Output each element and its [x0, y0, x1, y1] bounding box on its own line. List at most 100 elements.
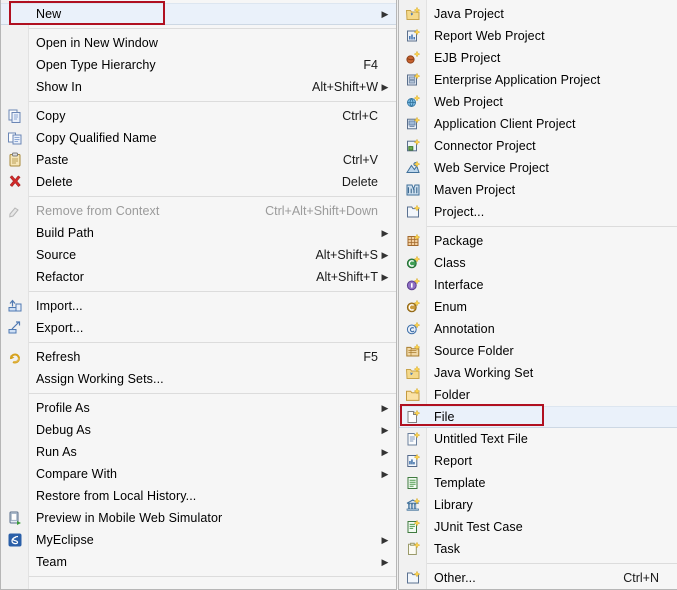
new-submenu-item-web-project[interactable]: Web Project▶ [399, 91, 677, 113]
context-menu-item-export[interactable]: Export...▶ [1, 317, 396, 339]
menu-item-label: Class [434, 256, 466, 270]
menu-item-label: Package [434, 234, 484, 248]
context-menu-item-restore-from-local-history[interactable]: Restore from Local History...▶ [1, 485, 396, 507]
new-submenu-item-library[interactable]: Library▶ [399, 494, 677, 516]
context-menu-item-remove-from-context: Remove from ContextCtrl+Alt+Shift+Down▶ [1, 200, 396, 222]
new-submenu-item-report[interactable]: Report▶ [399, 450, 677, 472]
new-submenu-item-ejb-project[interactable]: EJB Project▶ [399, 47, 677, 69]
menu-item-label: Maven Project [434, 183, 516, 197]
menu-item-label: Enterprise Application Project [434, 73, 601, 87]
new-submenu-item-junit-test-case[interactable]: JUnit Test Case▶ [399, 516, 677, 538]
new-submenu-item-untitled-text-file[interactable]: Untitled Text File▶ [399, 428, 677, 450]
context-menu-item-show-in[interactable]: Show In Alt+Shift+W ▶ [1, 76, 396, 98]
new-submenu-item-other[interactable]: Other...Ctrl+N▶ [399, 567, 677, 589]
new-submenu-item-report-web-project[interactable]: Report Web Project▶ [399, 25, 677, 47]
menu-item-label: Web Service Project [434, 161, 549, 175]
menu-item-accelerator: F4 [363, 58, 378, 72]
context-menu-item-run-as[interactable]: Run As ▶ [1, 441, 396, 463]
copy-qualified-name-icon [1, 129, 28, 147]
new-submenu-item-java-project[interactable]: Java Project▶ [399, 3, 677, 25]
submenu-arrow-icon: ▶ [381, 402, 389, 413]
project-explorer-context-menu[interactable]: New▶ Open in New Window▶ Open Type Hierarc… [0, 0, 397, 590]
new-submenu-item-file[interactable]: File▶ [399, 406, 677, 428]
menu-item-label: Assign Working Sets... [36, 372, 164, 386]
menu-item-accelerator: Ctrl+C [342, 109, 378, 123]
menu-item-label: Report Web Project [434, 29, 545, 43]
report-icon [399, 452, 426, 470]
new-submenu-item-connector-project[interactable]: Connector Project▶ [399, 135, 677, 157]
menu-item-label: Folder [434, 388, 471, 402]
no-icon-placeholder [1, 465, 28, 483]
submenu-arrow-icon: ▶ [381, 81, 389, 92]
copy-icon [1, 107, 28, 125]
menu-item-label: Export... [36, 321, 84, 335]
new-submenu-item-folder[interactable]: Folder▶ [399, 384, 677, 406]
menu-item-label: Source [36, 248, 77, 262]
menu-item-label: Report [434, 454, 473, 468]
mobile-web-simulator-icon [1, 509, 28, 527]
menu-separator [427, 563, 677, 564]
new-submenu-item-maven-project[interactable]: Maven Project▶ [399, 179, 677, 201]
task-icon [399, 540, 426, 558]
context-menu-item-copy[interactable]: CopyCtrl+C▶ [1, 105, 396, 127]
no-icon-placeholder [1, 370, 28, 388]
new-submenu-item-package[interactable]: Package▶ [399, 230, 677, 252]
new-submenu-item-java-working-set[interactable]: Java Working Set▶ [399, 362, 677, 384]
remove-from-context-icon [1, 202, 28, 220]
context-menu-item-open-type-hierarchy[interactable]: Open Type HierarchyF4▶ [1, 54, 396, 76]
context-menu-item-copy-qualified-name[interactable]: Copy Qualified Name▶ [1, 127, 396, 149]
annotation-icon [399, 320, 426, 338]
context-menu-item-debug-as[interactable]: Debug As ▶ [1, 419, 396, 441]
new-submenu-item-enterprise-application-project[interactable]: Enterprise Application Project▶ [399, 69, 677, 91]
menu-item-label: Open Type Hierarchy [36, 58, 156, 72]
context-menu-item-refactor[interactable]: Refactor Alt+Shift+T ▶ [1, 266, 396, 288]
no-icon-placeholder [1, 78, 28, 96]
submenu-arrow-icon: ▶ [381, 424, 389, 435]
new-submenu-item-template[interactable]: Template▶ [399, 472, 677, 494]
application-client-project-icon [399, 115, 426, 133]
menu-item-label: Copy Qualified Name [36, 131, 157, 145]
menu-separator [29, 393, 396, 394]
untitled-text-file-icon [399, 430, 426, 448]
no-icon-placeholder [1, 5, 28, 23]
new-submenu-item-interface[interactable]: Interface▶ [399, 274, 677, 296]
context-menu-item-new[interactable]: New ▶ [1, 3, 396, 25]
new-submenu-item-web-service-project[interactable]: Web Service Project▶ [399, 157, 677, 179]
java-project-icon [399, 5, 426, 23]
new-submenu-item-application-client-project[interactable]: Application Client Project▶ [399, 113, 677, 135]
menu-item-label: Run As [36, 445, 77, 459]
new-submenu-item-task[interactable]: Task▶ [399, 538, 677, 560]
context-menu-item-open-in-new-window[interactable]: Open in New Window▶ [1, 32, 396, 54]
submenu-arrow-icon: ▶ [381, 249, 389, 260]
new-submenu-item-source-folder[interactable]: Source Folder▶ [399, 340, 677, 362]
context-menu-item-delete[interactable]: DeleteDelete▶ [1, 171, 396, 193]
context-menu-item-source[interactable]: Source Alt+Shift+S ▶ [1, 244, 396, 266]
menu-item-label: Task [434, 542, 461, 556]
context-menu-item-team[interactable]: Team ▶ [1, 551, 396, 573]
context-menu-item-refresh[interactable]: RefreshF5▶ [1, 346, 396, 368]
context-menu-item-compare-with[interactable]: Compare With ▶ [1, 463, 396, 485]
new-submenu-item-class[interactable]: Class▶ [399, 252, 677, 274]
context-menu-item-import[interactable]: Import...▶ [1, 295, 396, 317]
menu-item-label: Template [434, 476, 486, 490]
menu-item-accelerator: Alt+Shift+T [316, 270, 378, 284]
context-menu-item-paste[interactable]: PasteCtrl+V▶ [1, 149, 396, 171]
other-icon [399, 569, 426, 587]
source-folder-icon [399, 342, 426, 360]
menu-item-label: Team [36, 555, 67, 569]
menu-item-label: Build Path [36, 226, 94, 240]
context-menu-item-preview-in-mobile-web-simulator[interactable]: Preview in Mobile Web Simulator▶ [1, 507, 396, 529]
file-icon [399, 408, 426, 426]
enterprise-application-project-icon [399, 71, 426, 89]
context-menu-item-myeclipse[interactable]: MyEclipse ▶ [1, 529, 396, 551]
menu-item-label: Annotation [434, 322, 495, 336]
junit-test-case-icon [399, 518, 426, 536]
new-submenu-item-enum[interactable]: Enum▶ [399, 296, 677, 318]
paste-icon [1, 151, 28, 169]
context-menu-item-assign-working-sets[interactable]: Assign Working Sets...▶ [1, 368, 396, 390]
context-menu-item-build-path[interactable]: Build Path ▶ [1, 222, 396, 244]
new-submenu-item-project[interactable]: Project...▶ [399, 201, 677, 223]
new-submenu-item-annotation[interactable]: Annotation▶ [399, 318, 677, 340]
new-submenu[interactable]: Java Project▶Report Web Project▶EJB Proj… [398, 0, 677, 590]
context-menu-item-profile-as[interactable]: Profile As ▶ [1, 397, 396, 419]
